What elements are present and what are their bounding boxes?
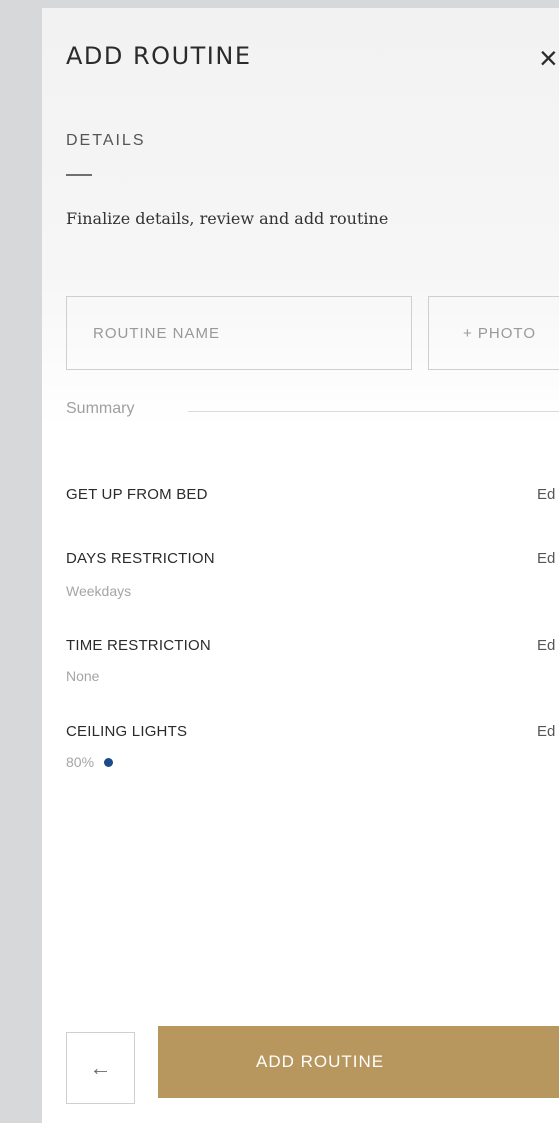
back-button[interactable]: ← bbox=[66, 1032, 135, 1104]
section-label-details: DETAILS bbox=[66, 132, 146, 149]
summary-item-edit-link[interactable]: Ed bbox=[537, 550, 559, 567]
summary-item-value-row: 80% bbox=[66, 754, 114, 770]
details-subtitle: Finalize details, review and add routine bbox=[66, 209, 389, 228]
summary-item-value: None bbox=[66, 668, 100, 684]
summary-item-edit-link[interactable]: Ed bbox=[537, 637, 559, 654]
arrow-left-icon: ← bbox=[89, 1055, 112, 1080]
section-underline bbox=[66, 174, 92, 176]
page-title: ADD ROUTINE bbox=[66, 42, 252, 70]
summary-item-title: TIME RESTRICTION bbox=[66, 637, 211, 654]
routine-name-input[interactable] bbox=[66, 296, 412, 370]
summary-item-value: Weekdays bbox=[66, 583, 132, 599]
add-photo-button[interactable]: + PHOTO bbox=[428, 296, 559, 370]
summary-item-edit-link[interactable]: Ed bbox=[537, 486, 559, 503]
add-routine-panel: ADD ROUTINE × DETAILS Finalize details, … bbox=[42, 8, 559, 1123]
close-icon[interactable]: × bbox=[539, 38, 559, 78]
summary-label: Summary bbox=[66, 400, 135, 417]
summary-item-value: 80% bbox=[66, 754, 95, 770]
add-routine-button[interactable]: ADD ROUTINE bbox=[158, 1026, 559, 1098]
summary-item-title: CEILING LIGHTS bbox=[66, 723, 188, 740]
summary-divider bbox=[188, 411, 559, 412]
summary-item-edit-link[interactable]: Ed bbox=[537, 723, 559, 740]
summary-item-title: GET UP FROM BED bbox=[66, 486, 208, 503]
summary-item-title: DAYS RESTRICTION bbox=[66, 550, 215, 567]
light-indicator-dot bbox=[104, 758, 114, 767]
